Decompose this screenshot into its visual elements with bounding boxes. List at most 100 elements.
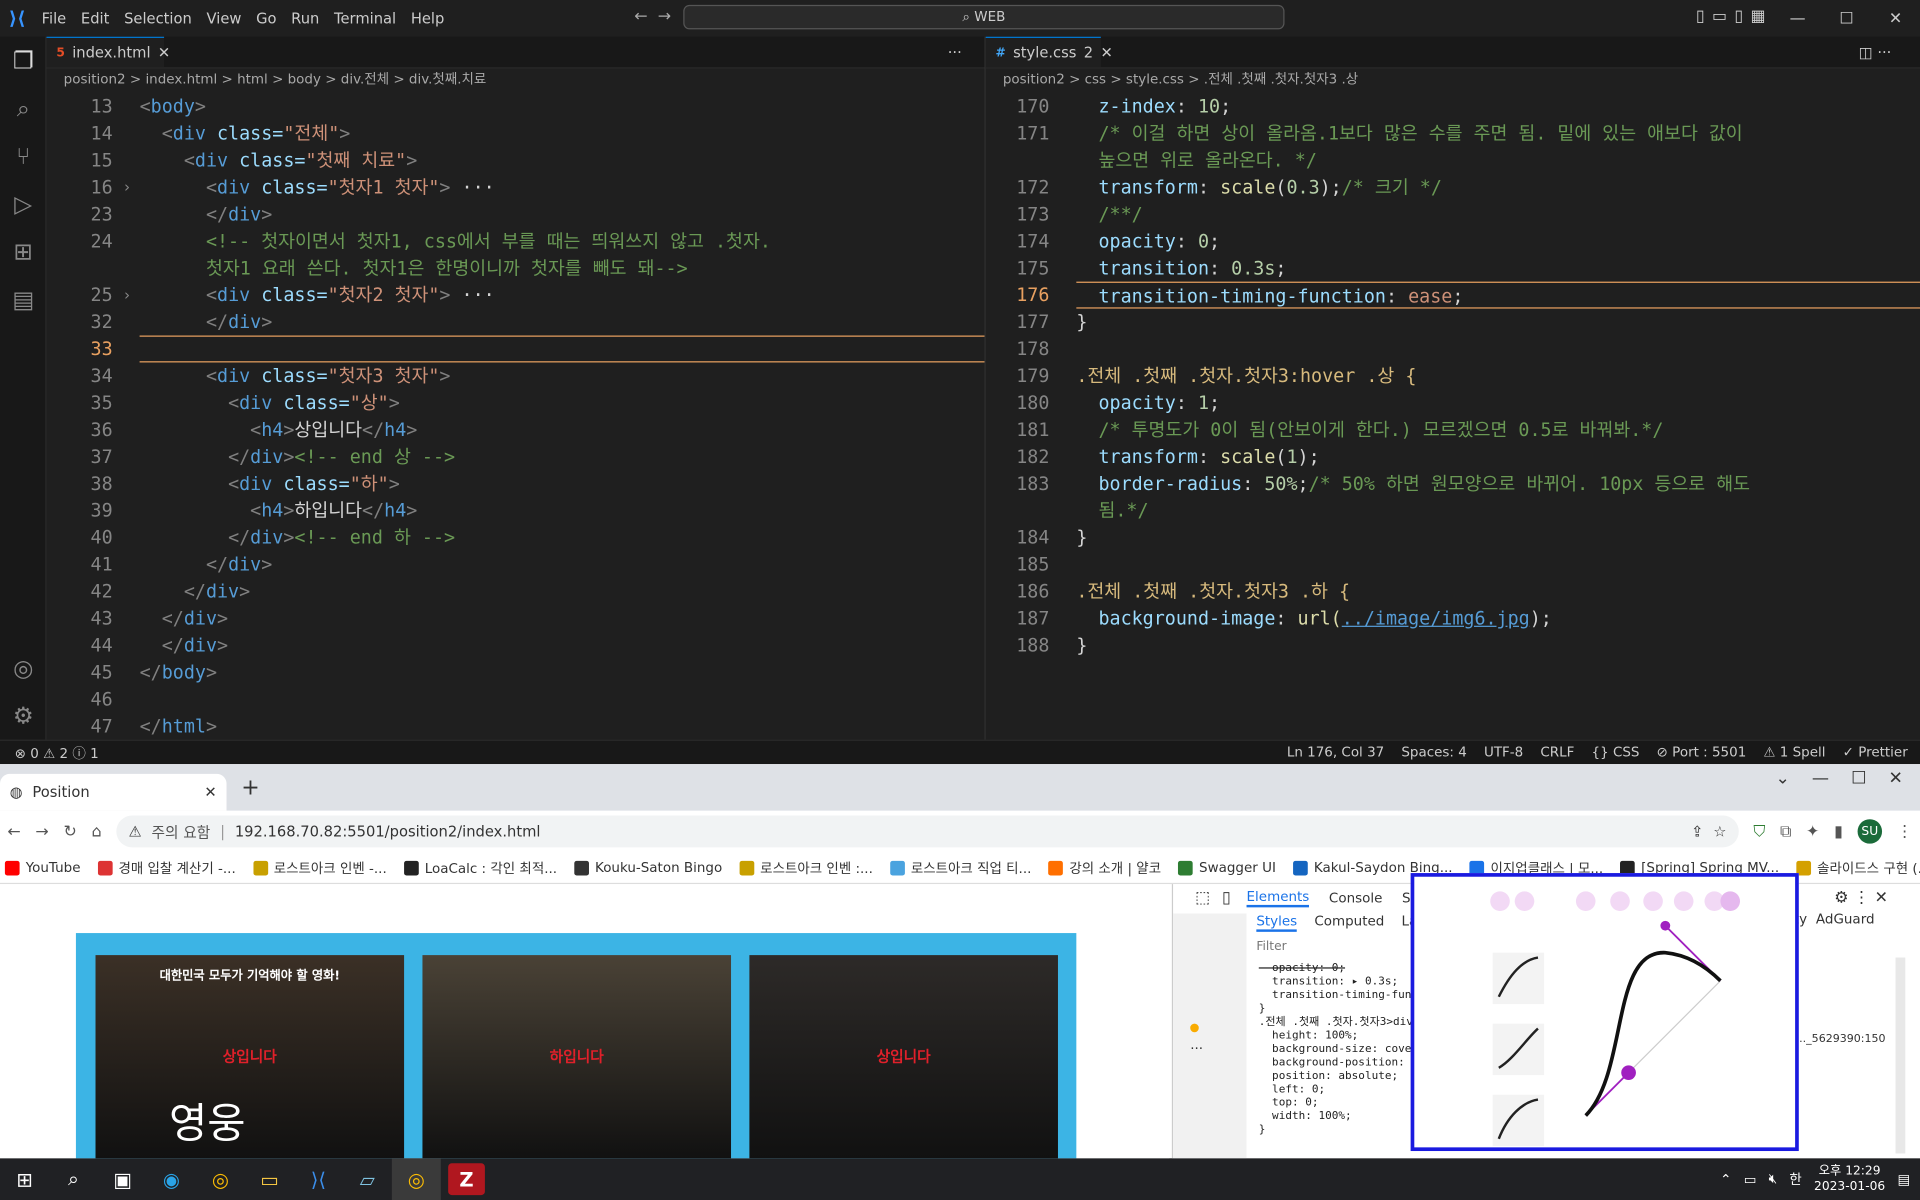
devtools-extra-tab[interactable]: AdGuard: [1816, 911, 1875, 927]
tray-volume-icon[interactable]: 🔇︎: [1769, 1171, 1777, 1188]
share-icon[interactable]: ⇪: [1691, 823, 1703, 840]
styles-filter-input[interactable]: Filter: [1256, 940, 1286, 953]
inspect-icon[interactable]: ⬚: [1195, 889, 1210, 907]
breadcrumb[interactable]: position2 > index.html > html > body > d…: [47, 69, 985, 93]
notepad-icon[interactable]: ▱: [343, 1158, 392, 1200]
filezilla-icon[interactable]: Z: [448, 1163, 485, 1196]
easing-preset-ease-in[interactable]: [1492, 1023, 1545, 1076]
forward-icon[interactable]: →: [35, 822, 48, 840]
status-item[interactable]: ⊘ Port : 5501: [1657, 744, 1747, 760]
source-control-icon[interactable]: ⑂: [0, 132, 47, 180]
accounts-icon[interactable]: ◎: [0, 644, 47, 692]
fold-chevron-icon[interactable]: ›: [122, 174, 131, 201]
bookmark-item[interactable]: Swagger UI: [1178, 860, 1276, 876]
tab-style-css[interactable]: # style.css 2 ✕: [985, 36, 1113, 68]
menu-item-help[interactable]: Help: [403, 10, 451, 27]
status-item[interactable]: Spaces: 4: [1401, 744, 1466, 760]
new-tab-icon[interactable]: +: [241, 775, 259, 801]
styles-subtab-styles[interactable]: Styles: [1256, 913, 1298, 932]
profile-avatar[interactable]: SU: [1857, 819, 1883, 844]
extensions-icon[interactable]: ⊞: [0, 228, 47, 276]
puzzle-extensions-icon[interactable]: ✦: [1806, 822, 1819, 840]
taskbar-search-icon[interactable]: ⌕: [49, 1158, 98, 1200]
menu-item-run[interactable]: Run: [284, 10, 327, 27]
devtools-tab-elements[interactable]: Elements: [1246, 888, 1310, 907]
tab-search-icon[interactable]: ⌄: [1775, 769, 1789, 789]
edge-icon[interactable]: ◉: [147, 1158, 196, 1200]
notifications-icon[interactable]: ▤: [1897, 1171, 1910, 1187]
chrome-menu-icon[interactable]: ⋮: [1897, 822, 1913, 840]
tab-close-icon[interactable]: ✕: [204, 784, 216, 801]
devtools-scrollbar[interactable]: [1895, 957, 1906, 1154]
bookmark-item[interactable]: 강의 소개 | 얄코: [1048, 858, 1161, 878]
browser-tab[interactable]: ◍ Position ✕: [0, 773, 227, 811]
styles-subtab-computed[interactable]: Computed: [1314, 913, 1384, 931]
status-item[interactable]: ⚠ 1 Spell: [1763, 744, 1825, 760]
movie-poster[interactable]: 하입니다: [422, 955, 732, 1159]
devtools-tab-console[interactable]: Console: [1329, 890, 1382, 906]
tray-ime-indicator[interactable]: 한: [1789, 1169, 1801, 1189]
code-area-css[interactable]: 170 z-index: 10; 171 /* 이걸 하면 상이 올라옴.1보다 …: [986, 93, 1920, 740]
reload-icon[interactable]: ↻: [63, 822, 76, 840]
address-bar[interactable]: ⚠ 주의 요함 | 192.168.70.82:5501/position2/i…: [116, 815, 1739, 848]
side-panel-icon[interactable]: ▮: [1834, 822, 1843, 840]
bookmark-item[interactable]: Kouku-Saton Bingo: [574, 860, 722, 876]
extension-icon[interactable]: ⧉: [1780, 822, 1791, 840]
status-item[interactable]: CRLF: [1540, 744, 1574, 760]
maximize-icon[interactable]: ☐: [1822, 9, 1871, 27]
bookmark-item[interactable]: LoaCalc : 각인 최적...: [403, 858, 557, 878]
chrome-icon[interactable]: ◎: [196, 1158, 245, 1200]
clock[interactable]: 오후 12:29 2023-01-06: [1814, 1163, 1885, 1195]
start-windows-icon[interactable]: ⊞: [0, 1158, 49, 1200]
movie-poster[interactable]: 대한민국 모두가 기억해야 할 영화! 영웅 상입니다: [95, 955, 405, 1159]
fold-chevron-icon[interactable]: ›: [122, 282, 131, 309]
bookmark-item[interactable]: 로스트아크 직업 티...: [890, 858, 1031, 878]
device-toggle-icon[interactable]: ▯: [1222, 889, 1231, 907]
breadcrumb[interactable]: position2 > css > style.css > .전체 .첫째 .첫…: [986, 69, 1920, 93]
back-icon[interactable]: ←: [7, 822, 20, 840]
search-icon[interactable]: ⌕: [0, 84, 47, 132]
more-dots-icon[interactable]: ···: [1190, 1041, 1203, 1057]
problems-indicator[interactable]: ⊗ 0 ⚠ 2 ⓘ 1: [0, 743, 99, 763]
vscode-taskbar-icon[interactable]: ⟩⟨: [294, 1158, 343, 1200]
nav-arrows-icon[interactable]: ← →: [634, 7, 671, 25]
easing-preset-ease-out[interactable]: [1492, 1094, 1545, 1147]
menu-item-view[interactable]: View: [199, 10, 249, 27]
menu-item-edit[interactable]: Edit: [74, 10, 117, 27]
bezier-control-point-1[interactable]: [1621, 1065, 1636, 1081]
split-editor-icon[interactable]: ◫ ···: [1859, 37, 1920, 68]
tray-chevron-icon[interactable]: ⌃: [1720, 1171, 1731, 1187]
home-icon[interactable]: ⌂: [91, 822, 101, 840]
browser-close-icon[interactable]: ✕: [1889, 769, 1903, 789]
bookmark-item[interactable]: 로스트아크 인벤 -...: [252, 858, 387, 878]
task-view-icon[interactable]: ▣: [98, 1158, 147, 1200]
run-debug-icon[interactable]: ▷: [0, 180, 47, 228]
remote-explorer-icon[interactable]: ▤: [0, 276, 47, 324]
browser-maximize-icon[interactable]: ☐: [1851, 769, 1866, 789]
bookmark-item[interactable]: 경매 입찰 계산기 -...: [97, 858, 236, 878]
bookmark-star-icon[interactable]: ☆: [1713, 823, 1726, 840]
command-center-search[interactable]: ⌕ WEB: [683, 4, 1285, 30]
code-area-html[interactable]: 13 <body> 14 <div class="전체"> 15 <div class…: [47, 93, 985, 740]
adguard-icon[interactable]: ⛉: [1753, 822, 1765, 840]
status-item[interactable]: Ln 176, Col 37: [1287, 744, 1384, 760]
menu-item-selection[interactable]: Selection: [117, 10, 199, 27]
file-explorer-icon[interactable]: ▭: [245, 1158, 294, 1200]
bookmark-item[interactable]: 솔라이드스 구현 (...: [1796, 858, 1920, 878]
close-icon[interactable]: ✕: [1871, 9, 1920, 27]
menu-item-terminal[interactable]: Terminal: [327, 10, 404, 27]
layout-toggle-icons[interactable]: ▯▭▯▦: [1696, 7, 1773, 25]
minimize-icon[interactable]: —: [1773, 9, 1822, 27]
menu-item-file[interactable]: File: [34, 10, 73, 27]
menu-item-go[interactable]: Go: [249, 10, 284, 27]
easing-preset-ease[interactable]: [1492, 952, 1545, 1005]
bezier-control-point-2[interactable]: [1660, 920, 1671, 931]
tray-network-icon[interactable]: ▭: [1744, 1171, 1757, 1187]
tab-index-html[interactable]: 5 index.html ✕: [46, 36, 170, 68]
status-item[interactable]: {} CSS: [1592, 744, 1640, 760]
browser-minimize-icon[interactable]: —: [1812, 769, 1829, 789]
bookmark-item[interactable]: 로스트아크 인벤 :...: [739, 858, 873, 878]
status-item[interactable]: UTF-8: [1484, 744, 1523, 760]
cubic-bezier-editor-popup[interactable]: [1410, 873, 1799, 1152]
settings-gear-icon[interactable]: ⚙: [0, 692, 47, 740]
